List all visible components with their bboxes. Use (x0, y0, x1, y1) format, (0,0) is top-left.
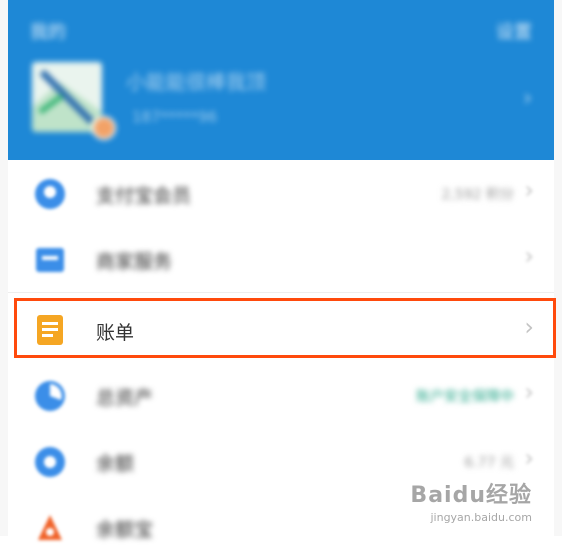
row-label: 支付宝会员 (96, 185, 192, 207)
right-gutter (554, 0, 562, 536)
balance-icon (35, 447, 65, 477)
membership-icon (35, 179, 65, 209)
row-label: 总资产 (96, 387, 154, 409)
row-label: 余额宝 (96, 519, 154, 541)
yuebao-icon (38, 515, 62, 540)
avatar-badge (92, 116, 116, 140)
user-name: 小能能很棒我顶 (126, 70, 266, 94)
row-value: 账户安全保障中 (416, 389, 514, 405)
settings-link[interactable]: 设置 (496, 18, 532, 44)
avatar[interactable] (32, 62, 102, 132)
chevron-right-icon: › (524, 313, 534, 341)
menu-row-assets[interactable]: 总资产 账户安全保障中 › (8, 362, 554, 429)
left-gutter (0, 0, 8, 536)
chevron-right-icon: › (524, 378, 534, 406)
profile-header: 我的 设置 小能能很棒我顶 187*****96 › (8, 0, 554, 160)
chevron-right-icon: › (524, 444, 534, 472)
merchant-icon (36, 248, 64, 272)
row-label: 账单 (96, 322, 135, 344)
page-title: 我的 (30, 22, 66, 43)
row-label: 商家服务 (96, 251, 173, 273)
user-account: 187*****96 (132, 108, 218, 126)
watermark-url: jingyan.baidu.com (430, 511, 532, 524)
menu-row-membership[interactable]: 支付宝会员 2,592 积分 › (8, 160, 554, 227)
map-avatar-icon (32, 62, 102, 132)
watermark-logo: Baidu经验 (410, 483, 532, 508)
assets-icon (35, 381, 65, 411)
row-value: 2,592 积分 (441, 187, 514, 203)
row-label: 余额 (96, 453, 135, 475)
menu-row-bill[interactable]: 账单 › (8, 294, 554, 362)
bill-icon (37, 315, 63, 345)
menu-row-merchant[interactable]: 商家服务 › (8, 226, 554, 293)
chevron-right-icon: › (524, 242, 534, 270)
row-value: 6.77 元 (464, 455, 514, 471)
watermark: Baidu经验 jingyan.baidu.com (410, 477, 532, 524)
chevron-right-icon: › (524, 176, 534, 204)
chevron-right-icon[interactable]: › (523, 86, 532, 111)
